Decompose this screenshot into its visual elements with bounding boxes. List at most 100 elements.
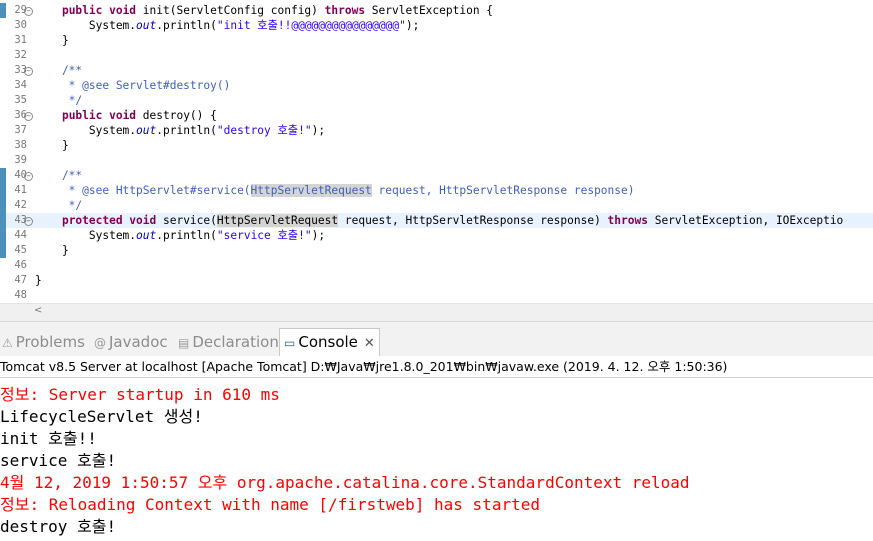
code-line[interactable]: 36− public void destroy() { [0, 108, 873, 123]
code-token: */ [35, 94, 83, 107]
fold-collapse-icon[interactable]: − [24, 172, 33, 181]
tab-javadoc[interactable]: @ Javadoc [94, 329, 168, 356]
code-line[interactable]: 45 } [0, 243, 873, 258]
code-text: public void init(ServletConfig config) t… [35, 3, 493, 18]
fold-collapse-icon[interactable]: − [24, 217, 33, 226]
code-token: out [136, 19, 157, 32]
code-token: request, HttpServletResponse response) [338, 214, 608, 227]
code-token: throws [607, 214, 648, 227]
code-token: .println( [156, 19, 217, 32]
code-token: ); [311, 229, 326, 242]
code-line[interactable]: 35 */ [0, 93, 873, 108]
code-text: /** [35, 63, 82, 78]
line-number: 46 [14, 259, 27, 271]
code-line[interactable]: 38 } [0, 138, 873, 153]
line-number: 37 [14, 124, 27, 136]
console-icon: ▭ [284, 336, 296, 350]
code-token: /** [35, 169, 83, 182]
code-line[interactable]: 44 System.out.println("service 호출!"); [0, 228, 873, 243]
code-token: "destroy 호출!" [216, 124, 312, 137]
code-text: public void destroy() { [35, 108, 217, 123]
code-token: * @see Servlet#destroy() [35, 79, 231, 92]
fold-collapse-icon[interactable]: − [24, 67, 33, 76]
line-number: 35 [14, 94, 27, 106]
code-token: "init 호출!!@@@@@@@@@@@@@@@@" [216, 19, 406, 32]
code-token: System. [35, 19, 137, 32]
code-token: HttpServletRequest [216, 214, 339, 227]
tab-console[interactable]: ▭ Console ✕ [279, 328, 380, 356]
code-line[interactable]: 43− protected void service(HttpServletRe… [0, 213, 873, 228]
editor-horizontal-scrollbar[interactable]: < [0, 303, 873, 321]
code-token: request, HttpServletResponse response) [371, 184, 635, 197]
code-text: /** [35, 168, 82, 183]
code-line[interactable]: 32 [0, 48, 873, 63]
javadoc-icon: @ [94, 336, 106, 350]
line-number: 34 [14, 79, 27, 91]
line-number: 44 [14, 229, 27, 241]
code-token: .println( [156, 124, 217, 137]
code-token: } [35, 139, 69, 152]
code-line[interactable]: 39 [0, 153, 873, 168]
code-line[interactable]: 37 System.out.println("destroy 호출!"); [0, 123, 873, 138]
line-number: 41 [14, 184, 27, 196]
tab-console-label: Console [298, 333, 358, 351]
code-token: } [35, 34, 69, 47]
fold-collapse-icon[interactable]: − [24, 112, 33, 121]
line-number: 31 [14, 34, 27, 46]
code-text: protected void service(HttpServletReques… [35, 213, 843, 228]
change-marker [0, 243, 6, 258]
declaration-icon: ▤ [178, 336, 190, 350]
bottom-panel-tab-bar: ⚠ Problems @ Javadoc ▤ Declaration ▭ Console… [0, 321, 873, 356]
line-number: 32 [14, 49, 27, 61]
code-token: System. [35, 229, 137, 242]
code-token: out [136, 229, 157, 242]
tab-problems[interactable]: ⚠ Problems [2, 329, 85, 356]
code-line[interactable]: 30 System.out.println("init 호출!!@@@@@@@@… [0, 18, 873, 33]
code-token: destroy() { [136, 109, 217, 122]
code-text: System.out.println("init 호출!!@@@@@@@@@@@… [35, 18, 419, 33]
code-token: .println( [156, 229, 217, 242]
code-token: * @see HttpServlet#service( [35, 184, 251, 197]
line-number: 47 [14, 274, 27, 286]
code-token: ServletException { [365, 4, 494, 17]
code-line[interactable]: 42 */ [0, 198, 873, 213]
line-number: 48 [14, 289, 27, 301]
code-line[interactable]: 40− /** [0, 168, 873, 183]
code-token: public void [61, 109, 137, 122]
console-launch-description: Tomcat v8.5 Server at localhost [Apache … [0, 356, 873, 378]
change-marker [0, 198, 6, 213]
fold-collapse-icon[interactable]: − [24, 7, 33, 16]
code-token: /** [35, 64, 83, 77]
code-token: System. [35, 124, 137, 137]
code-token: service( [156, 214, 217, 227]
change-marker [0, 213, 6, 228]
tab-javadoc-label: Javadoc [109, 333, 168, 351]
code-line[interactable]: 31 } [0, 33, 873, 48]
code-editor[interactable]: 29− public void init(ServletConfig confi… [0, 0, 873, 303]
code-line[interactable]: 29− public void init(ServletConfig confi… [0, 3, 873, 18]
code-line[interactable]: 48 [0, 288, 873, 303]
tab-declaration[interactable]: ▤ Declaration [178, 329, 279, 356]
tab-problems-label: Problems [15, 333, 85, 351]
code-line[interactable]: 34 * @see Servlet#destroy() [0, 78, 873, 93]
close-icon[interactable]: ✕ [364, 336, 375, 351]
console-line: init 호출!! [0, 429, 97, 448]
code-text: * @see Servlet#destroy() [35, 78, 231, 93]
code-line[interactable]: 33− /** [0, 63, 873, 78]
console-output[interactable]: 정보: Server startup in 610 ms LifecycleSer… [0, 378, 873, 541]
console-line: LifecycleServlet 생성! [0, 407, 203, 426]
scroll-left-arrow-icon[interactable]: < [34, 305, 42, 316]
code-line[interactable]: 46 [0, 258, 873, 273]
code-token: init(ServletConfig config) [136, 4, 325, 17]
console-line: 4월 12, 2019 1:50:57 오후 org.apache.catali… [0, 473, 690, 492]
code-text: } [35, 33, 69, 48]
problems-icon: ⚠ [2, 336, 13, 350]
line-number: 42 [14, 199, 27, 211]
console-line: 정보: Reloading Context with name [/firstw… [0, 495, 540, 514]
change-marker [0, 168, 6, 183]
code-line[interactable]: 41 * @see HttpServlet#service(HttpServle… [0, 183, 873, 198]
code-line[interactable]: 47} [0, 273, 873, 288]
code-text: } [35, 138, 69, 153]
